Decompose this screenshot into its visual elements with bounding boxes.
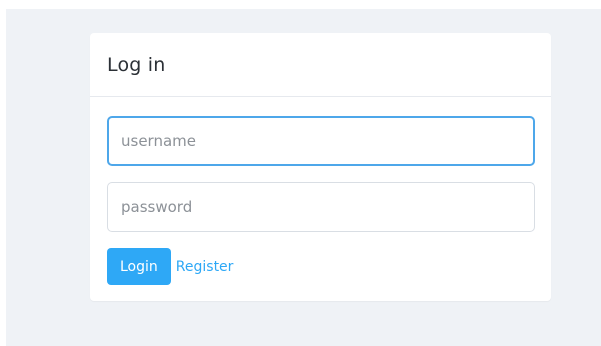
login-card: Log in Login Register xyxy=(90,33,551,301)
page-background: Log in Login Register xyxy=(6,9,601,346)
card-header: Log in xyxy=(90,33,551,97)
username-input[interactable] xyxy=(107,116,535,166)
form-actions: Login Register xyxy=(107,248,534,285)
page-title: Log in xyxy=(107,53,166,76)
password-input[interactable] xyxy=(107,182,535,232)
login-button[interactable]: Login xyxy=(107,248,171,285)
login-form: Login Register xyxy=(90,97,551,285)
register-link[interactable]: Register xyxy=(176,259,234,275)
